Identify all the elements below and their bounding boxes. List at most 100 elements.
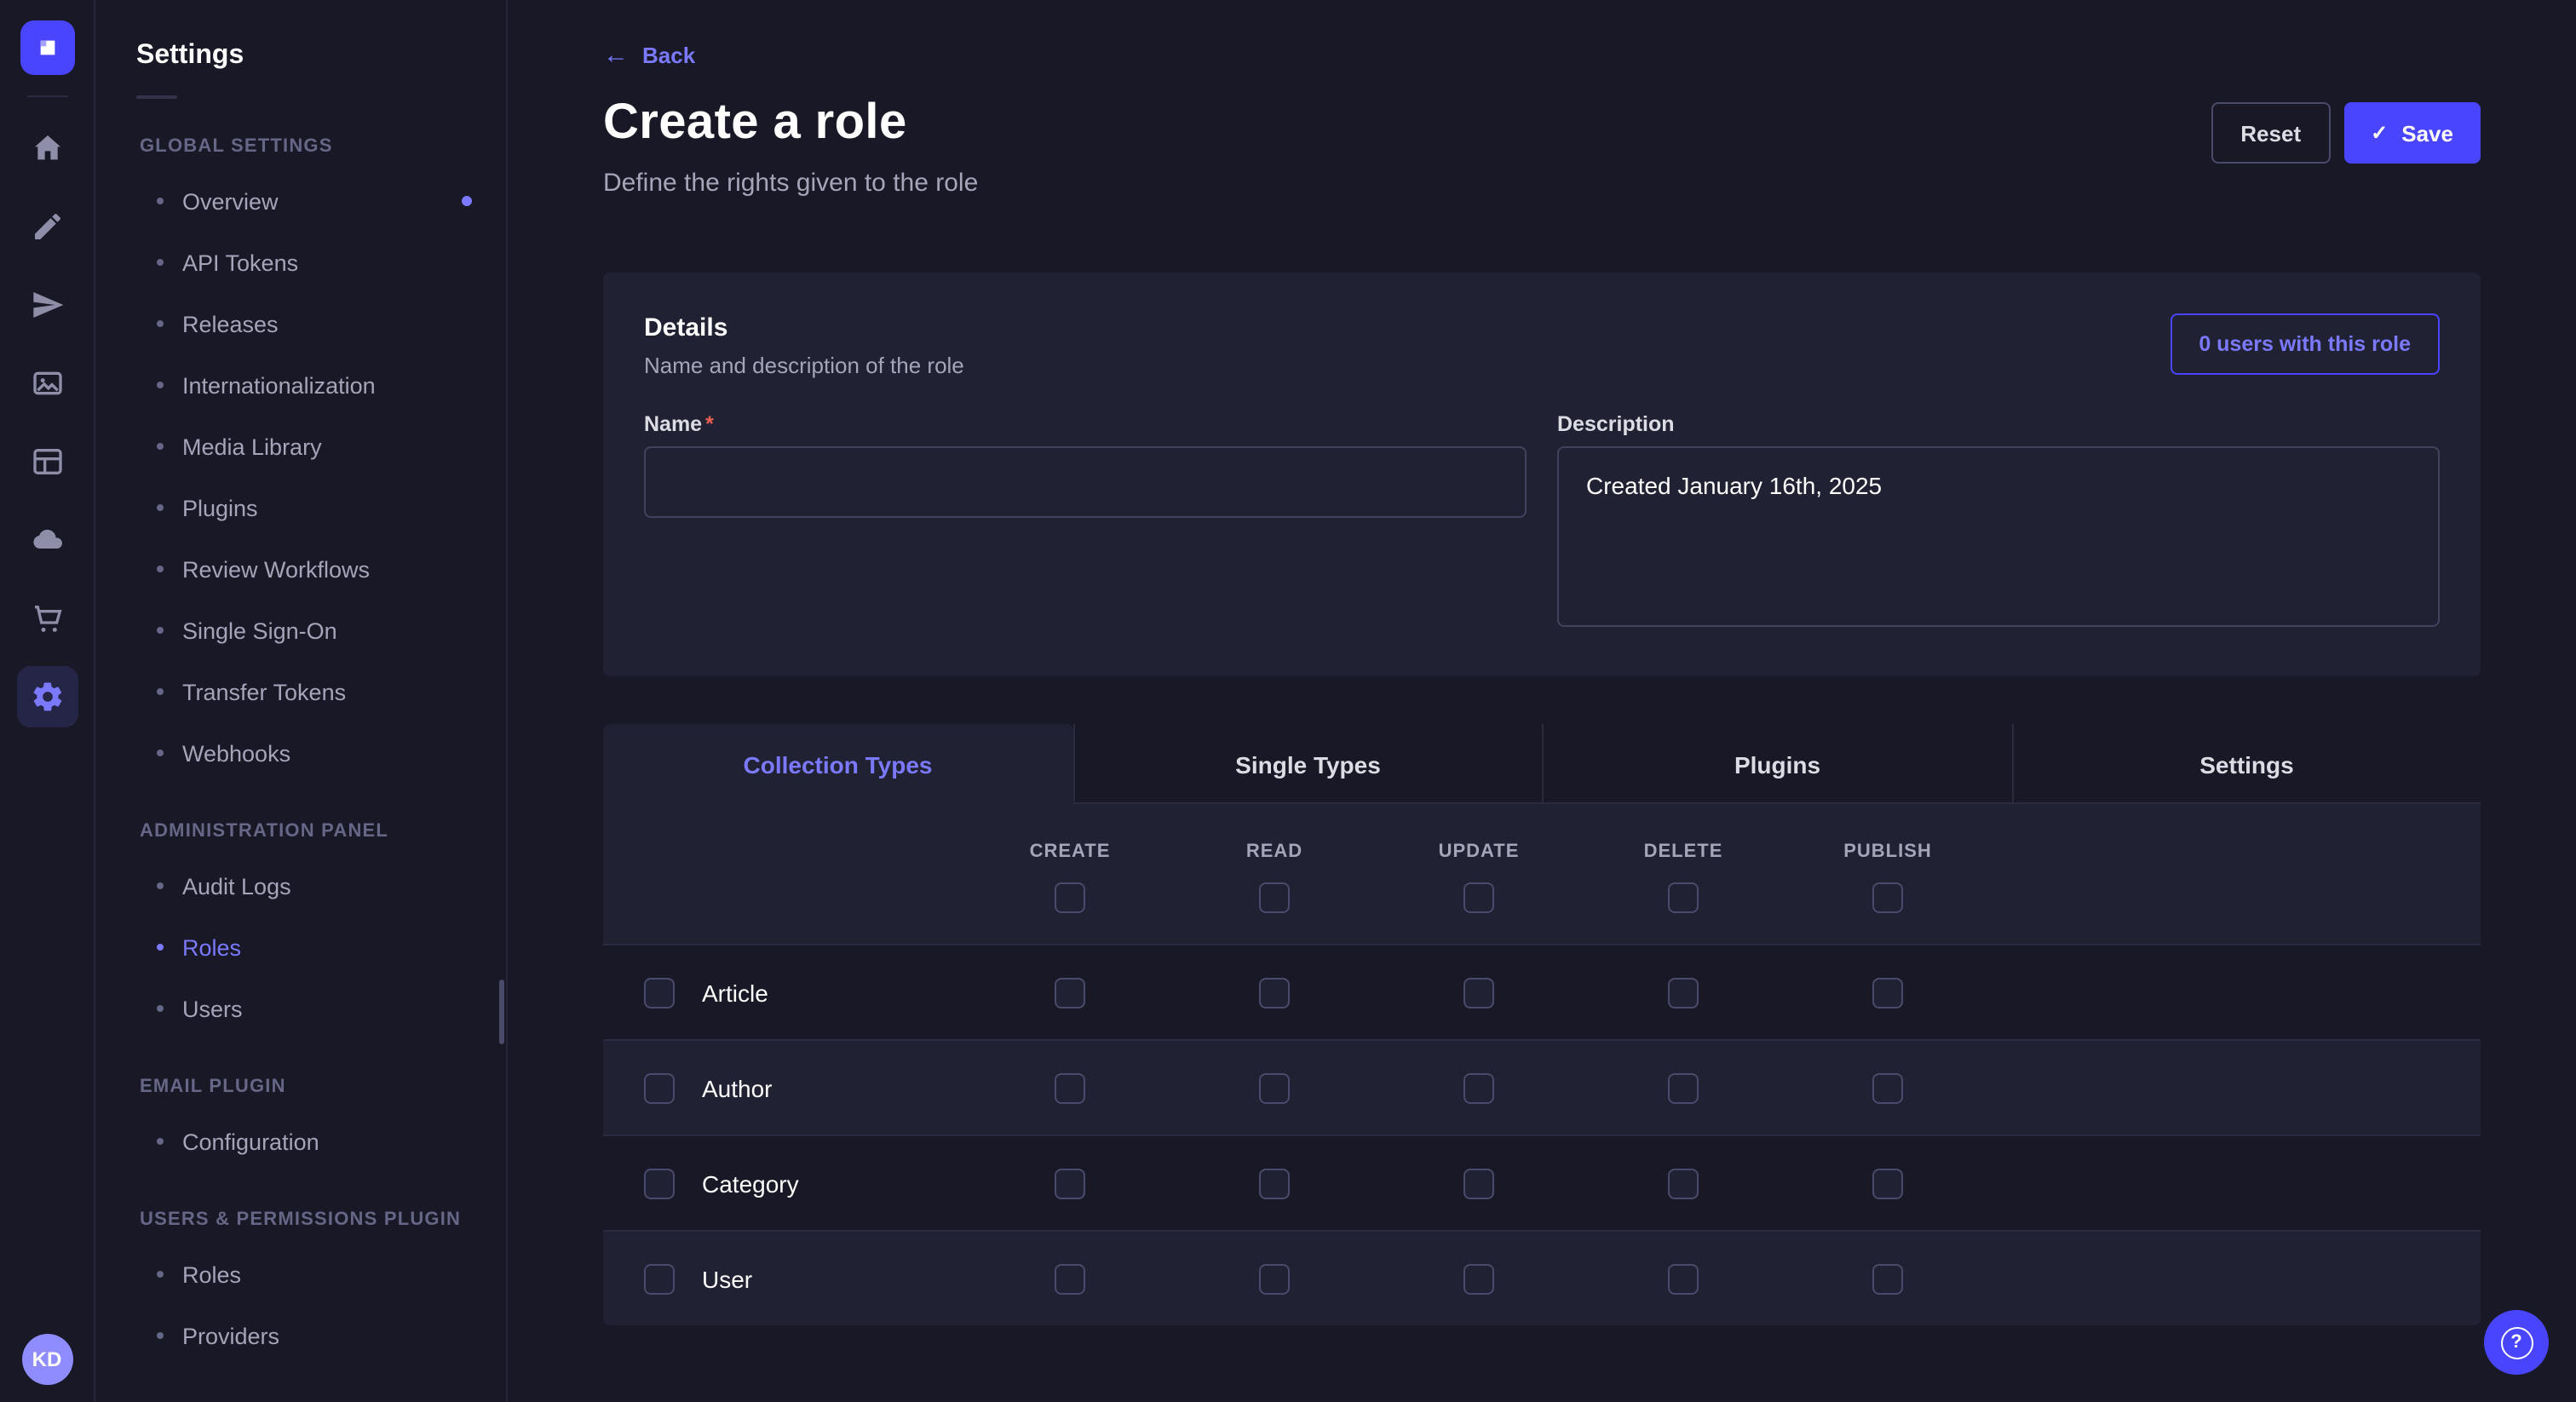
select-all-create-checkbox[interactable] bbox=[1055, 882, 1085, 913]
sidebar-item-roles-admin[interactable]: Roles bbox=[95, 916, 506, 978]
user-create-checkbox[interactable] bbox=[1055, 1263, 1085, 1294]
sidebar-item-roles-up[interactable]: Roles bbox=[95, 1244, 506, 1305]
sidebar-item-audit-logs[interactable]: Audit Logs bbox=[95, 855, 506, 916]
app-root: KD Settings GLOBAL SETTINGS Overview API… bbox=[0, 0, 2576, 1402]
author-update-checkbox[interactable] bbox=[1463, 1072, 1494, 1103]
row-name: User bbox=[702, 1265, 752, 1292]
row-checkbox-user[interactable] bbox=[644, 1263, 675, 1294]
category-publish-checkbox[interactable] bbox=[1872, 1168, 1903, 1198]
bullet-icon bbox=[157, 198, 164, 204]
bullet-icon bbox=[157, 882, 164, 889]
bullet-icon bbox=[157, 944, 164, 951]
article-publish-checkbox[interactable] bbox=[1872, 977, 1903, 1008]
sidebar-item-label: Transfer Tokens bbox=[182, 679, 346, 704]
tab-single-types[interactable]: Single Types bbox=[1072, 724, 1542, 804]
help-icon: ? bbox=[2500, 1326, 2533, 1359]
check-icon: ✓ bbox=[2371, 123, 2388, 143]
user-update-checkbox[interactable] bbox=[1463, 1263, 1494, 1294]
select-all-read-checkbox[interactable] bbox=[1259, 882, 1290, 913]
row-checkbox-category[interactable] bbox=[644, 1168, 675, 1198]
article-read-checkbox[interactable] bbox=[1259, 977, 1290, 1008]
author-create-checkbox[interactable] bbox=[1055, 1072, 1085, 1103]
section-global-settings: GLOBAL SETTINGS Overview API Tokens Rele… bbox=[95, 136, 506, 784]
category-read-checkbox[interactable] bbox=[1259, 1168, 1290, 1198]
name-input[interactable] bbox=[644, 446, 1527, 518]
sidebar-item-configuration[interactable]: Configuration bbox=[95, 1111, 506, 1172]
sidebar-scrollbar-thumb[interactable] bbox=[499, 980, 504, 1044]
nav-deploy-button[interactable] bbox=[16, 509, 78, 571]
home-icon bbox=[30, 131, 64, 165]
name-field-group: Name* bbox=[644, 412, 1527, 635]
sidebar-item-transfer-tokens[interactable]: Transfer Tokens bbox=[95, 661, 506, 722]
nav-content-type-builder-button[interactable] bbox=[16, 431, 78, 492]
select-all-delete-checkbox[interactable] bbox=[1668, 882, 1699, 913]
sidebar-item-plugins[interactable]: Plugins bbox=[95, 477, 506, 538]
tab-collection-types[interactable]: Collection Types bbox=[603, 724, 1072, 804]
select-all-update-checkbox[interactable] bbox=[1463, 882, 1494, 913]
category-delete-checkbox[interactable] bbox=[1668, 1168, 1699, 1198]
author-delete-checkbox[interactable] bbox=[1668, 1072, 1699, 1103]
sidebar-item-single-sign-on[interactable]: Single Sign-On bbox=[95, 600, 506, 661]
user-publish-checkbox[interactable] bbox=[1872, 1263, 1903, 1294]
sidebar-item-releases[interactable]: Releases bbox=[95, 293, 506, 354]
sidebar-item-providers[interactable]: Providers bbox=[95, 1305, 506, 1366]
author-publish-checkbox[interactable] bbox=[1872, 1072, 1903, 1103]
rail-divider bbox=[26, 95, 67, 97]
nav-content-manager-button[interactable] bbox=[16, 196, 78, 257]
author-read-checkbox[interactable] bbox=[1259, 1072, 1290, 1103]
sidebar-title: Settings bbox=[136, 41, 506, 72]
page-header: Create a role Define the rights given to… bbox=[603, 95, 2481, 198]
tab-plugins[interactable]: Plugins bbox=[1542, 724, 2011, 804]
nav-media-library-button[interactable] bbox=[16, 353, 78, 414]
section-email-plugin: EMAIL PLUGIN Configuration bbox=[95, 1077, 506, 1172]
sidebar-item-review-workflows[interactable]: Review Workflows bbox=[95, 538, 506, 600]
save-label: Save bbox=[2401, 120, 2453, 146]
column-read: READ bbox=[1172, 842, 1377, 913]
back-link[interactable]: ← Back bbox=[603, 43, 695, 68]
row-checkbox-author[interactable] bbox=[644, 1072, 675, 1103]
strapi-logo[interactable] bbox=[20, 20, 74, 75]
category-create-checkbox[interactable] bbox=[1055, 1168, 1085, 1198]
sidebar-item-overview[interactable]: Overview bbox=[95, 170, 506, 232]
sidebar-item-internationalization[interactable]: Internationalization bbox=[95, 354, 506, 416]
sidebar-item-label: Single Sign-On bbox=[182, 618, 337, 643]
description-label: Description bbox=[1557, 412, 2440, 436]
sidebar-item-label: Releases bbox=[182, 311, 279, 336]
sidebar-item-api-tokens[interactable]: API Tokens bbox=[95, 232, 506, 293]
bullet-icon bbox=[157, 688, 164, 695]
nav-home-button[interactable] bbox=[16, 118, 78, 179]
save-button[interactable]: ✓ Save bbox=[2343, 102, 2481, 164]
description-textarea[interactable]: Created January 16th, 2025 bbox=[1557, 446, 2440, 627]
section-administration-panel: ADMINISTRATION PANEL Audit Logs Roles Us… bbox=[95, 821, 506, 1039]
sidebar-item-label: Configuration bbox=[182, 1129, 319, 1154]
bullet-icon bbox=[157, 443, 164, 450]
article-delete-checkbox[interactable] bbox=[1668, 977, 1699, 1008]
row-checkbox-article[interactable] bbox=[644, 977, 675, 1008]
bullet-icon bbox=[157, 320, 164, 327]
user-delete-checkbox[interactable] bbox=[1668, 1263, 1699, 1294]
users-with-role-button[interactable]: 0 users with this role bbox=[2170, 313, 2440, 375]
select-all-publish-checkbox[interactable] bbox=[1872, 882, 1903, 913]
page-title: Create a role bbox=[603, 95, 978, 152]
reset-button[interactable]: Reset bbox=[2211, 102, 2330, 164]
name-label: Name* bbox=[644, 412, 1527, 436]
sidebar-item-label: Providers bbox=[182, 1323, 279, 1348]
sidebar-item-media-library[interactable]: Media Library bbox=[95, 416, 506, 477]
nav-marketplace-button[interactable] bbox=[16, 588, 78, 649]
nav-releases-button[interactable] bbox=[16, 274, 78, 336]
article-update-checkbox[interactable] bbox=[1463, 977, 1494, 1008]
bullet-icon bbox=[157, 750, 164, 756]
media-library-icon bbox=[30, 366, 64, 400]
help-button[interactable]: ? bbox=[2484, 1310, 2549, 1375]
user-read-checkbox[interactable] bbox=[1259, 1263, 1290, 1294]
sidebar-item-webhooks[interactable]: Webhooks bbox=[95, 722, 506, 784]
column-delete: DELETE bbox=[1581, 842, 1785, 913]
user-avatar[interactable]: KD bbox=[21, 1334, 72, 1385]
sidebar-item-users[interactable]: Users bbox=[95, 978, 506, 1039]
nav-settings-button[interactable] bbox=[16, 666, 78, 727]
tab-settings[interactable]: Settings bbox=[2011, 724, 2481, 804]
sidebar-item-label: Roles bbox=[182, 934, 241, 960]
category-update-checkbox[interactable] bbox=[1463, 1168, 1494, 1198]
article-create-checkbox[interactable] bbox=[1055, 977, 1085, 1008]
page-subtitle: Define the rights given to the role bbox=[603, 169, 978, 198]
